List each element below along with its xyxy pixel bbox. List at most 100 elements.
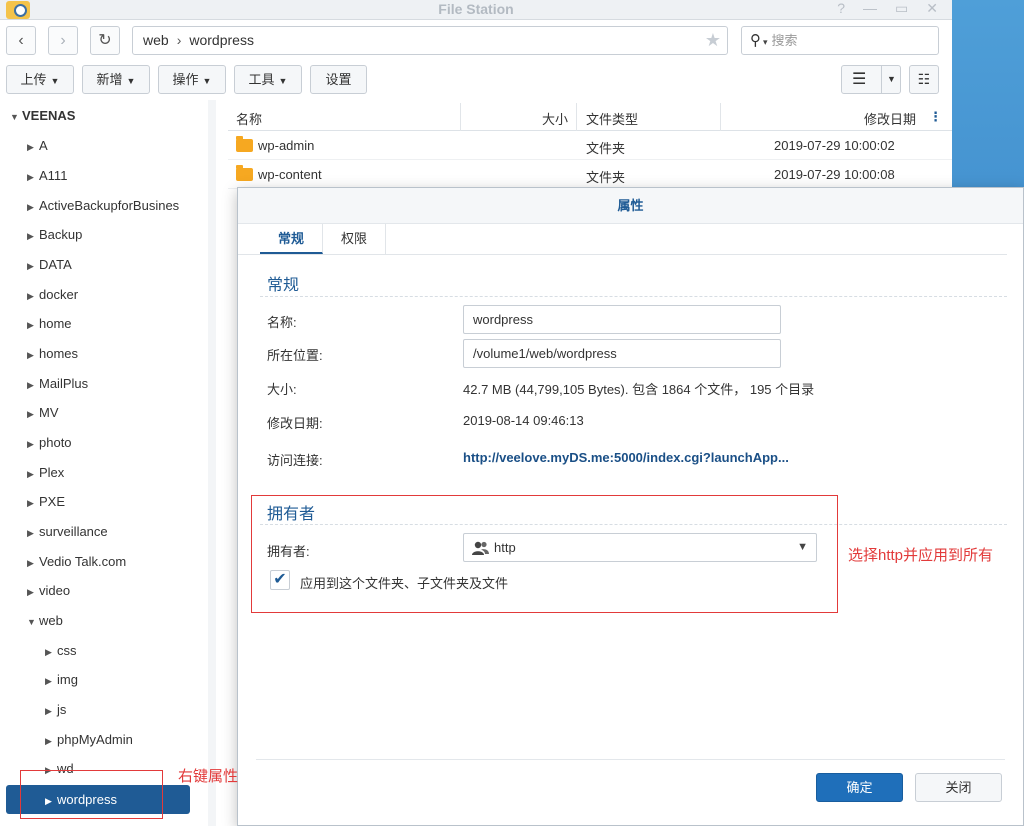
tree-item[interactable]: ▶ PXE bbox=[27, 494, 65, 509]
action-button[interactable]: 操作 ▼ bbox=[158, 65, 226, 94]
file-name: wp-admin bbox=[258, 138, 315, 153]
tree-item-label: MailPlus bbox=[39, 376, 89, 391]
tree-item[interactable]: ▶ homes bbox=[27, 346, 78, 361]
minimize-icon[interactable]: — bbox=[863, 0, 877, 17]
collapsed-triangle-icon: ▶ bbox=[27, 231, 34, 241]
tree-item-label: Vedio Talk.com bbox=[39, 554, 127, 569]
back-button[interactable]: ‹ bbox=[6, 26, 36, 55]
size-label: 大小: bbox=[267, 382, 297, 397]
file-modified: 2019-07-29 10:00:08 bbox=[774, 167, 895, 182]
tree-item[interactable]: ▶ Vedio Talk.com bbox=[27, 554, 126, 569]
tools-button[interactable]: 工具 ▼ bbox=[234, 65, 302, 94]
column-name[interactable]: 名称 bbox=[236, 109, 262, 128]
tree-item-label: web bbox=[39, 613, 63, 628]
wordpress-highlight-box bbox=[20, 770, 163, 819]
access-link[interactable]: http://veelove.myDS.me:5000/index.cgi?la… bbox=[463, 450, 789, 465]
collapsed-triangle-icon: ▶ bbox=[27, 291, 34, 301]
settings-button[interactable]: 设置 bbox=[310, 65, 367, 94]
tree-root[interactable]: ▼ VEENAS bbox=[10, 108, 75, 123]
column-type[interactable]: 文件类型 bbox=[586, 109, 638, 128]
tree-item[interactable]: ▶ DATA bbox=[27, 257, 72, 272]
close-icon[interactable]: ✕ bbox=[926, 0, 938, 17]
owner-highlight-box bbox=[251, 495, 838, 613]
tab-divider bbox=[238, 254, 1007, 255]
tree-item[interactable]: ▶ A bbox=[27, 138, 48, 153]
tree-item-label: A bbox=[39, 138, 48, 153]
search-input[interactable]: ⚲ ▾ 搜索 bbox=[741, 26, 939, 55]
tree-item[interactable]: ▶ phpMyAdmin bbox=[45, 732, 133, 747]
sidebar-scrollbar[interactable] bbox=[208, 100, 216, 826]
tree-item[interactable]: ▶ css bbox=[45, 643, 77, 658]
collapsed-triangle-icon: ▶ bbox=[27, 587, 34, 597]
help-icon[interactable]: ? bbox=[837, 0, 845, 17]
path-segment[interactable]: wordpress bbox=[189, 32, 254, 48]
link-label: 访问连接: bbox=[267, 453, 323, 468]
maximize-icon[interactable]: ▭ bbox=[895, 0, 908, 17]
tree-item[interactable]: ▶ MV bbox=[27, 405, 59, 420]
folder-icon bbox=[236, 136, 253, 152]
collapsed-triangle-icon: ▶ bbox=[27, 439, 34, 449]
tree-item-label: ActiveBackupforBusines bbox=[39, 198, 180, 213]
tree-item[interactable]: ▶ video bbox=[27, 583, 70, 598]
list-view-icon: ☰ bbox=[852, 71, 867, 88]
ok-button[interactable]: 确定 bbox=[816, 773, 903, 802]
upload-button[interactable]: 上传 ▼ bbox=[6, 65, 74, 94]
tree-item[interactable]: ▶ Plex bbox=[27, 465, 64, 480]
search-dropdown-icon[interactable]: ▾ bbox=[763, 37, 768, 47]
caret-down-icon: ▼ bbox=[126, 76, 136, 86]
tree-item[interactable]: ▶ photo bbox=[27, 435, 72, 450]
caret-down-icon: ▼ bbox=[881, 66, 901, 93]
tree-item[interactable]: ▶ Backup bbox=[27, 227, 82, 242]
forward-button[interactable]: › bbox=[48, 26, 78, 55]
location-field[interactable]: /volume1/web/wordpress bbox=[463, 339, 781, 368]
section-general-title: 常规 bbox=[267, 277, 300, 294]
tree-item[interactable]: ▶ home bbox=[27, 316, 72, 331]
tree-item[interactable]: ▶ ActiveBackupforBusines bbox=[27, 198, 195, 213]
tree-item[interactable]: ▶ img bbox=[45, 672, 78, 687]
collapsed-triangle-icon: ▶ bbox=[27, 409, 34, 419]
tree-item-label: home bbox=[39, 316, 72, 331]
star-icon[interactable]: ★ bbox=[705, 27, 721, 54]
path-bar[interactable]: web › wordpress ★ bbox=[132, 26, 728, 55]
tools-label: 工具 bbox=[248, 72, 275, 87]
name-field[interactable]: wordpress bbox=[463, 305, 781, 334]
tree-item[interactable]: ▶ docker bbox=[27, 287, 78, 302]
dialog-title: 属性 bbox=[238, 188, 1023, 224]
file-row[interactable]: wp-admin 文件夹 2019-07-29 10:00:02 bbox=[228, 131, 952, 160]
file-list-header: 名称 大小 文件类型 修改日期 ⋮ bbox=[228, 103, 952, 131]
tree-item[interactable]: ▶ js bbox=[45, 702, 66, 717]
annotation-right-click: 右键属性 bbox=[178, 768, 239, 785]
column-menu-icon[interactable]: ⋮ bbox=[929, 109, 942, 125]
collapsed-triangle-icon: ▶ bbox=[27, 498, 34, 508]
sort-button[interactable]: ☷ bbox=[909, 65, 939, 94]
new-label: 新增 bbox=[96, 72, 123, 87]
tab-permissions[interactable]: 权限 bbox=[323, 224, 387, 254]
collapsed-triangle-icon: ▶ bbox=[27, 320, 34, 330]
tree-item-label: Backup bbox=[39, 227, 83, 242]
file-modified: 2019-07-29 10:00:02 bbox=[774, 138, 895, 153]
path-segment[interactable]: web bbox=[143, 32, 169, 48]
tree-item-label: js bbox=[57, 702, 67, 717]
name-label: 名称: bbox=[267, 315, 297, 330]
caret-down-icon: ▼ bbox=[278, 76, 288, 86]
view-mode-button[interactable]: ☰ ▼ bbox=[841, 65, 901, 94]
column-modified[interactable]: 修改日期 bbox=[864, 109, 916, 128]
file-row[interactable]: wp-content 文件夹 2019-07-29 10:00:08 bbox=[228, 160, 952, 189]
tree-item-label: PXE bbox=[39, 494, 66, 509]
column-size[interactable]: 大小 bbox=[542, 109, 568, 128]
close-button[interactable]: 关闭 bbox=[915, 773, 1002, 802]
tree-item-label: MV bbox=[39, 405, 59, 420]
tree-item[interactable]: ▶ surveillance bbox=[27, 524, 108, 539]
action-toolbar: 上传 ▼ 新增 ▼ 操作 ▼ 工具 ▼ 设置 ☰ ▼ ☷ bbox=[0, 65, 952, 95]
folder-tree: ▼ VEENAS ▶ A ▶ A111 ▶ ActiveBackupforBusines… bbox=[0, 100, 208, 826]
tree-item-web[interactable]: ▼ web bbox=[27, 613, 63, 628]
new-button[interactable]: 新增 ▼ bbox=[82, 65, 150, 94]
tree-item[interactable]: ▶ A111 bbox=[27, 168, 67, 183]
tab-general[interactable]: 常规 bbox=[260, 224, 324, 254]
tree-item-label: img bbox=[57, 672, 78, 687]
location-label: 所在位置: bbox=[267, 348, 323, 363]
settings-label: 设置 bbox=[325, 72, 352, 87]
collapsed-triangle-icon: ▶ bbox=[27, 202, 34, 212]
refresh-button[interactable]: ↻ bbox=[90, 26, 120, 55]
tree-item[interactable]: ▶ MailPlus bbox=[27, 376, 88, 391]
